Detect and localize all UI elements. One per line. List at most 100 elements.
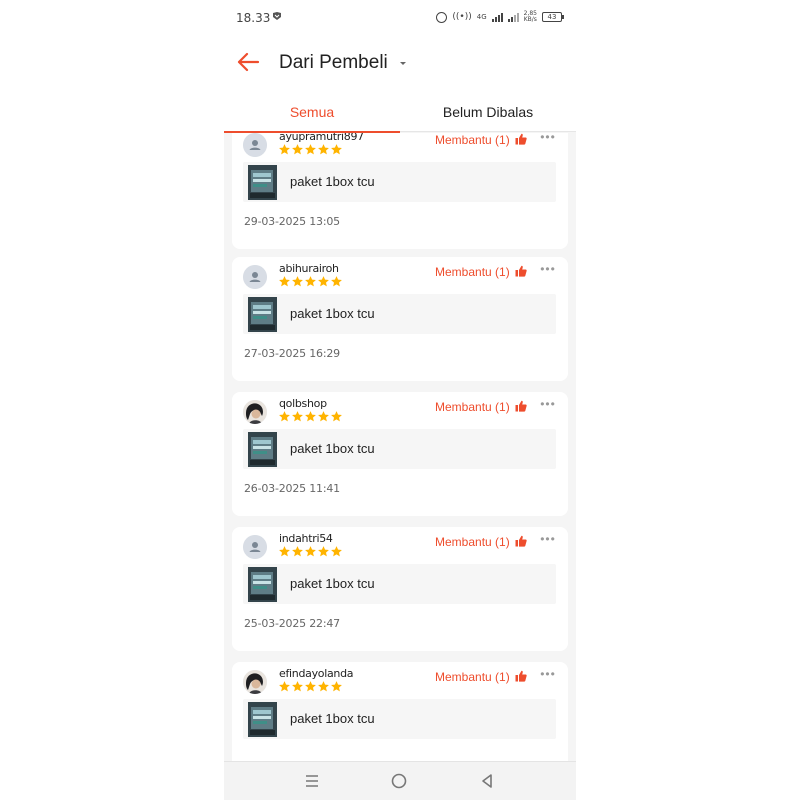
star-icon — [279, 144, 290, 155]
status-icons: ((•)) 4G 2,85 KB/s 43 — [436, 10, 564, 24]
hotspot-icon: ((•)) — [452, 12, 472, 22]
app-header: Dari Pembeli — [224, 36, 576, 90]
user-photo-avatar[interactable] — [243, 400, 267, 424]
star-rating — [278, 680, 343, 693]
alarm-icon — [436, 11, 448, 23]
review-card: qolbshop Membantu (1) ••• paket 1box tcu… — [232, 392, 568, 516]
product-item[interactable]: paket 1box tcu — [243, 162, 556, 202]
star-icon — [292, 681, 303, 692]
network-type: 4G — [476, 12, 487, 21]
product-name: paket 1box tcu — [290, 306, 375, 321]
review-username: abihurairoh — [279, 262, 339, 275]
star-icon — [279, 411, 290, 422]
speed-unit: KB/s — [523, 16, 537, 23]
product-name: paket 1box tcu — [290, 174, 375, 189]
review-card: efindayolanda Membantu (1) ••• paket 1bo… — [232, 662, 568, 761]
review-date: 25-03-2025 22:47 — [244, 617, 340, 630]
product-thumbnail — [248, 702, 277, 737]
thumbs-up-icon[interactable] — [515, 265, 527, 277]
product-item[interactable]: paket 1box tcu — [243, 564, 556, 604]
battery-icon: 43 — [542, 12, 564, 22]
thumbs-up-icon[interactable] — [515, 133, 527, 145]
star-icon — [292, 276, 303, 287]
page-title: Dari Pembeli — [279, 52, 388, 73]
caret-down-icon[interactable] — [396, 56, 410, 70]
helpful-button[interactable]: Membantu (1) — [435, 133, 510, 147]
status-time: 18.33 — [236, 11, 271, 25]
star-icon — [318, 144, 329, 155]
star-icon — [305, 546, 316, 557]
status-bar: 18.33 ((•)) 4G 2,85 KB/s 43 — [224, 0, 576, 36]
product-item[interactable]: paket 1box tcu — [243, 294, 556, 334]
tab-semua[interactable]: Semua — [224, 90, 400, 133]
star-rating — [278, 275, 343, 288]
star-rating — [278, 545, 343, 558]
product-name: paket 1box tcu — [290, 441, 375, 456]
review-username: ayupramutri897 — [279, 133, 364, 143]
menu-lines-icon[interactable] — [301, 770, 323, 792]
helpful-button[interactable]: Membantu (1) — [435, 400, 510, 414]
star-icon — [318, 411, 329, 422]
arrow-left-icon[interactable] — [234, 48, 262, 76]
product-item[interactable]: paket 1box tcu — [243, 429, 556, 469]
star-rating — [278, 410, 343, 423]
user-photo-avatar[interactable] — [243, 670, 267, 694]
notification-app-icon — [273, 12, 281, 20]
star-icon — [331, 276, 342, 287]
more-dots-icon[interactable]: ••• — [538, 667, 558, 683]
product-item[interactable]: paket 1box tcu — [243, 699, 556, 739]
default-avatar-icon[interactable] — [243, 535, 267, 559]
star-icon — [305, 681, 316, 692]
signal-2-icon — [507, 12, 519, 22]
phone-screen: 18.33 ((•)) 4G 2,85 KB/s 43 Dari Pembeli — [224, 0, 576, 800]
star-icon — [318, 546, 329, 557]
thumbs-up-icon[interactable] — [515, 400, 527, 412]
star-icon — [318, 681, 329, 692]
system-nav-bar — [224, 761, 576, 800]
product-name: paket 1box tcu — [290, 576, 375, 591]
default-avatar-icon[interactable] — [243, 133, 267, 157]
product-thumbnail — [248, 567, 277, 602]
review-date: 29-03-2025 13:05 — [244, 215, 340, 228]
tab-belum-dibalas[interactable]: Belum Dibalas — [400, 90, 576, 132]
review-date: 26-03-2025 11:41 — [244, 482, 340, 495]
thumbs-up-icon[interactable] — [515, 535, 527, 547]
product-thumbnail — [248, 432, 277, 467]
star-icon — [292, 411, 303, 422]
review-username: indahtri54 — [279, 532, 333, 545]
circle-icon[interactable] — [388, 770, 410, 792]
star-icon — [292, 144, 303, 155]
star-rating — [278, 143, 343, 156]
more-dots-icon[interactable]: ••• — [538, 397, 558, 413]
star-icon — [279, 546, 290, 557]
default-avatar-icon[interactable] — [243, 265, 267, 289]
review-list[interactable]: ayupramutri897 Membantu (1) ••• paket 1b… — [224, 133, 576, 761]
product-name: paket 1box tcu — [290, 711, 375, 726]
more-dots-icon[interactable]: ••• — [538, 262, 558, 278]
review-card: indahtri54 Membantu (1) ••• paket 1box t… — [232, 527, 568, 651]
star-icon — [331, 411, 342, 422]
product-thumbnail — [248, 297, 277, 332]
review-date: 27-03-2025 16:29 — [244, 347, 340, 360]
review-username: qolbshop — [279, 397, 327, 410]
more-dots-icon[interactable]: ••• — [538, 532, 558, 548]
thumbs-up-icon[interactable] — [515, 670, 527, 682]
star-icon — [279, 276, 290, 287]
triangle-back-icon[interactable] — [476, 770, 498, 792]
star-icon — [318, 276, 329, 287]
star-icon — [279, 681, 290, 692]
review-username: efindayolanda — [279, 667, 354, 680]
product-thumbnail — [248, 165, 277, 200]
star-icon — [331, 546, 342, 557]
helpful-button[interactable]: Membantu (1) — [435, 265, 510, 279]
star-icon — [305, 144, 316, 155]
helpful-button[interactable]: Membantu (1) — [435, 535, 510, 549]
network-speed: 2,85 KB/s — [524, 11, 537, 23]
more-dots-icon[interactable]: ••• — [538, 133, 558, 146]
star-icon — [331, 144, 342, 155]
tab-bar: Semua Belum Dibalas — [224, 90, 576, 133]
star-icon — [305, 276, 316, 287]
star-icon — [331, 681, 342, 692]
star-icon — [292, 546, 303, 557]
helpful-button[interactable]: Membantu (1) — [435, 670, 510, 684]
